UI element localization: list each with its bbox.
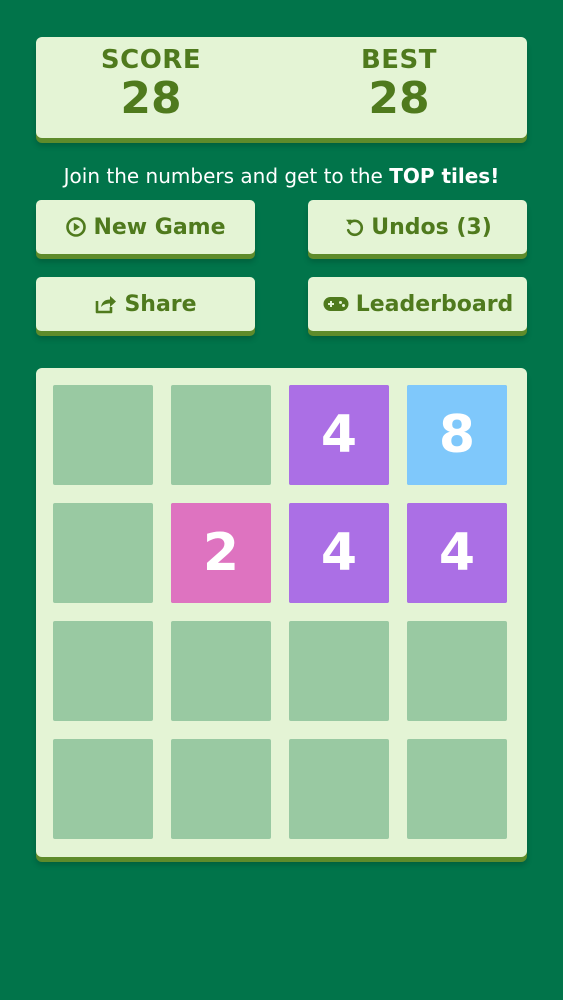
board-cell bbox=[53, 385, 153, 485]
tagline-emphasis: TOP tiles! bbox=[389, 164, 500, 188]
tile-8: 8 bbox=[407, 385, 507, 485]
board-cell bbox=[53, 503, 153, 603]
leaderboard-label: Leaderboard bbox=[355, 291, 514, 317]
gamepad-icon bbox=[322, 294, 350, 314]
board-cell bbox=[289, 739, 389, 839]
board-cell bbox=[171, 621, 271, 721]
board-cell bbox=[289, 621, 389, 721]
board-cell bbox=[171, 739, 271, 839]
play-circle-icon bbox=[65, 216, 87, 238]
board-cell bbox=[407, 739, 507, 839]
tile-4: 4 bbox=[289, 385, 389, 485]
best-value: 28 bbox=[368, 73, 430, 124]
tile-4: 4 bbox=[289, 503, 389, 603]
leaderboard-button[interactable]: Leaderboard bbox=[308, 277, 527, 331]
score-label: SCORE bbox=[100, 45, 202, 75]
score-panel: SCORE 28 BEST 28 bbox=[36, 37, 527, 138]
game-board[interactable]: 48244 bbox=[36, 368, 527, 857]
tagline-text: Join the numbers and get to the bbox=[63, 164, 390, 188]
tile-2: 2 bbox=[171, 503, 271, 603]
undo-button[interactable]: Undos (3) bbox=[308, 200, 527, 254]
tile-4: 4 bbox=[407, 503, 507, 603]
undo-icon bbox=[343, 216, 365, 238]
best-box: BEST 28 bbox=[319, 45, 479, 123]
board-cell bbox=[53, 621, 153, 721]
share-button[interactable]: Share bbox=[36, 277, 255, 331]
board-cell bbox=[171, 385, 271, 485]
board-cell bbox=[53, 739, 153, 839]
undo-label: Undos (3) bbox=[371, 214, 492, 240]
tagline: Join the numbers and get to the TOP tile… bbox=[0, 162, 563, 190]
board-cell bbox=[407, 621, 507, 721]
best-label: BEST bbox=[360, 45, 438, 75]
share-label: Share bbox=[124, 291, 197, 317]
score-value: 28 bbox=[120, 73, 182, 124]
score-box: SCORE 28 bbox=[71, 45, 231, 123]
new-game-label: New Game bbox=[93, 214, 226, 240]
new-game-button[interactable]: New Game bbox=[36, 200, 255, 254]
share-icon bbox=[94, 293, 118, 315]
